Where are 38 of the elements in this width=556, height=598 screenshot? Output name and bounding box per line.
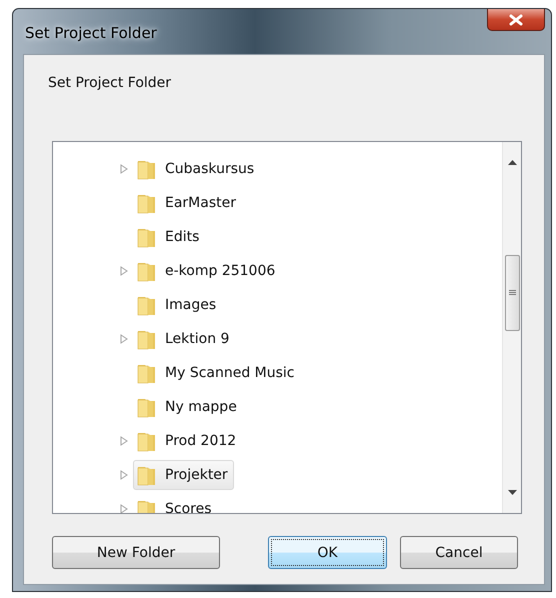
expand-arrow-icon[interactable] <box>120 436 129 446</box>
folder-item[interactable]: EarMaster <box>133 188 242 218</box>
folder-icon <box>137 260 157 282</box>
folder-icon <box>137 294 157 316</box>
expand-arrow-icon[interactable] <box>120 164 129 174</box>
close-button[interactable] <box>487 9 545 31</box>
expand-arrow-icon[interactable] <box>120 504 129 513</box>
folder-icon <box>137 362 157 384</box>
folder-item[interactable]: Lektion 9 <box>133 324 236 354</box>
expand-arrow-icon[interactable] <box>120 470 129 480</box>
folder-icon <box>137 464 157 486</box>
folder-item[interactable]: Images <box>133 290 222 320</box>
folder-item[interactable]: Ny mappe <box>133 392 243 422</box>
dialog-button[interactable]: OK <box>268 536 387 569</box>
folder-icon <box>137 396 157 418</box>
window-title: Set Project Folder <box>25 24 157 42</box>
folder-item[interactable]: e-komp 251006 <box>133 256 282 286</box>
folder-icon <box>137 192 157 214</box>
expand-arrow-icon[interactable] <box>120 266 129 276</box>
folder-item[interactable]: Projekter <box>133 460 234 490</box>
dialog-prompt: Set Project Folder <box>48 75 172 91</box>
folder-item[interactable]: Cubaskursus <box>133 154 260 184</box>
scroll-up-icon[interactable] <box>508 160 516 165</box>
folder-item[interactable]: Edits <box>133 222 206 252</box>
folder-item[interactable]: Prod 2012 <box>133 426 242 456</box>
folder-item[interactable]: Scores <box>133 494 218 513</box>
scroll-down-icon[interactable] <box>508 490 516 495</box>
scroll-thumb[interactable] <box>504 255 520 331</box>
dialog-button[interactable]: Cancel <box>400 536 518 569</box>
folder-item[interactable]: My Scanned Music <box>133 358 301 388</box>
scrollbar[interactable] <box>502 142 521 513</box>
close-icon <box>508 14 524 26</box>
folder-icon <box>137 430 157 452</box>
dialog-button[interactable]: New Folder <box>52 536 220 569</box>
folder-icon <box>137 328 157 350</box>
folder-icon <box>137 226 157 248</box>
expand-arrow-icon[interactable] <box>120 334 129 344</box>
folder-icon <box>137 158 157 180</box>
